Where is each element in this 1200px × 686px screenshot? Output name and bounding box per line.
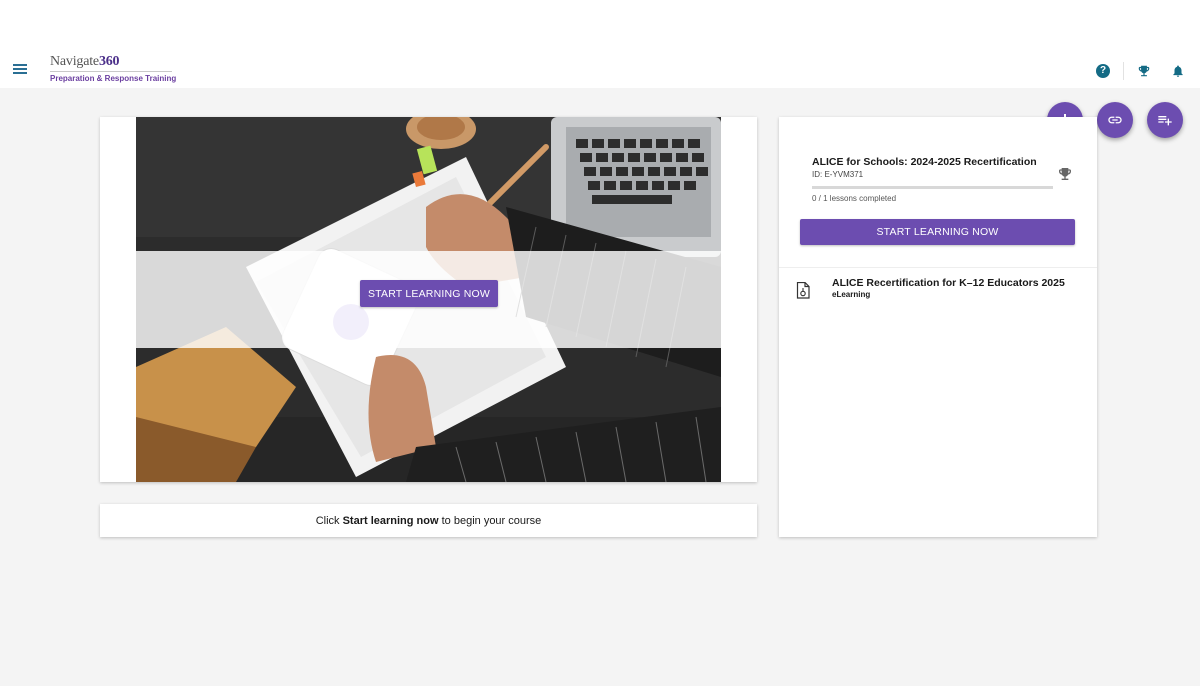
- bell-icon: [1173, 65, 1183, 77]
- lesson-title[interactable]: ALICE Recertification for K–12 Educators…: [832, 277, 1065, 289]
- menu-icon[interactable]: [11, 61, 29, 79]
- trophy-icon: [1138, 65, 1150, 77]
- logo-subtitle: Preparation & Response Training: [50, 74, 177, 83]
- copy-link-fab-button[interactable]: [1097, 102, 1133, 138]
- top-blank-area: [0, 0, 1200, 52]
- trophy-button[interactable]: [1136, 63, 1152, 79]
- logo-number: 360: [98, 54, 120, 69]
- logo-name: Navigate: [50, 54, 99, 69]
- course-title: ALICE for Schools: 2024-2025 Recertifica…: [812, 156, 1037, 168]
- lesson-type: eLearning: [832, 290, 871, 299]
- instruction-text: Click Start learning now to begin your c…: [316, 515, 542, 527]
- notifications-button[interactable]: [1170, 63, 1186, 79]
- elearning-doc-icon: [796, 281, 810, 304]
- logo-wordmark: Navigate360: [50, 54, 176, 70]
- instruction-card: Click Start learning now to begin your c…: [100, 504, 757, 537]
- header-actions: ?: [1095, 62, 1186, 80]
- course-summary-card: ALICE for Schools: 2024-2025 Recertifica…: [779, 117, 1097, 537]
- instruction-suffix: to begin your course: [438, 514, 542, 527]
- brand-logo[interactable]: Navigate360 Preparation & Response Train…: [50, 54, 176, 83]
- start-learning-button[interactable]: START LEARNING NOW: [800, 219, 1075, 245]
- hero-overlay-band: START LEARNING NOW: [136, 251, 721, 348]
- help-button[interactable]: ?: [1095, 63, 1111, 79]
- hero-start-learning-button[interactable]: START LEARNING NOW: [360, 280, 498, 307]
- instruction-prefix: Click: [315, 514, 343, 527]
- course-progress-text: 0 / 1 lessons completed: [812, 194, 897, 203]
- course-hero-card: START LEARNING NOW: [100, 117, 757, 482]
- playlist-add-icon: [1158, 116, 1172, 126]
- course-progress-bar: [812, 186, 1053, 189]
- link-icon: [1108, 116, 1122, 124]
- header-divider: [1123, 62, 1124, 80]
- help-icon: ?: [1096, 64, 1110, 78]
- course-trophy: [1057, 166, 1073, 187]
- hero-image: START LEARNING NOW: [136, 117, 721, 482]
- add-to-playlist-fab-button[interactable]: [1147, 102, 1183, 138]
- section-divider: [779, 267, 1097, 268]
- logo-rule: [50, 71, 172, 72]
- instruction-emphasis: Start learning now: [342, 514, 439, 527]
- course-id: ID: E-YVM371: [812, 170, 864, 179]
- app-header: Navigate360 Preparation & Response Train…: [0, 52, 1200, 88]
- trophy-icon: [1059, 168, 1071, 180]
